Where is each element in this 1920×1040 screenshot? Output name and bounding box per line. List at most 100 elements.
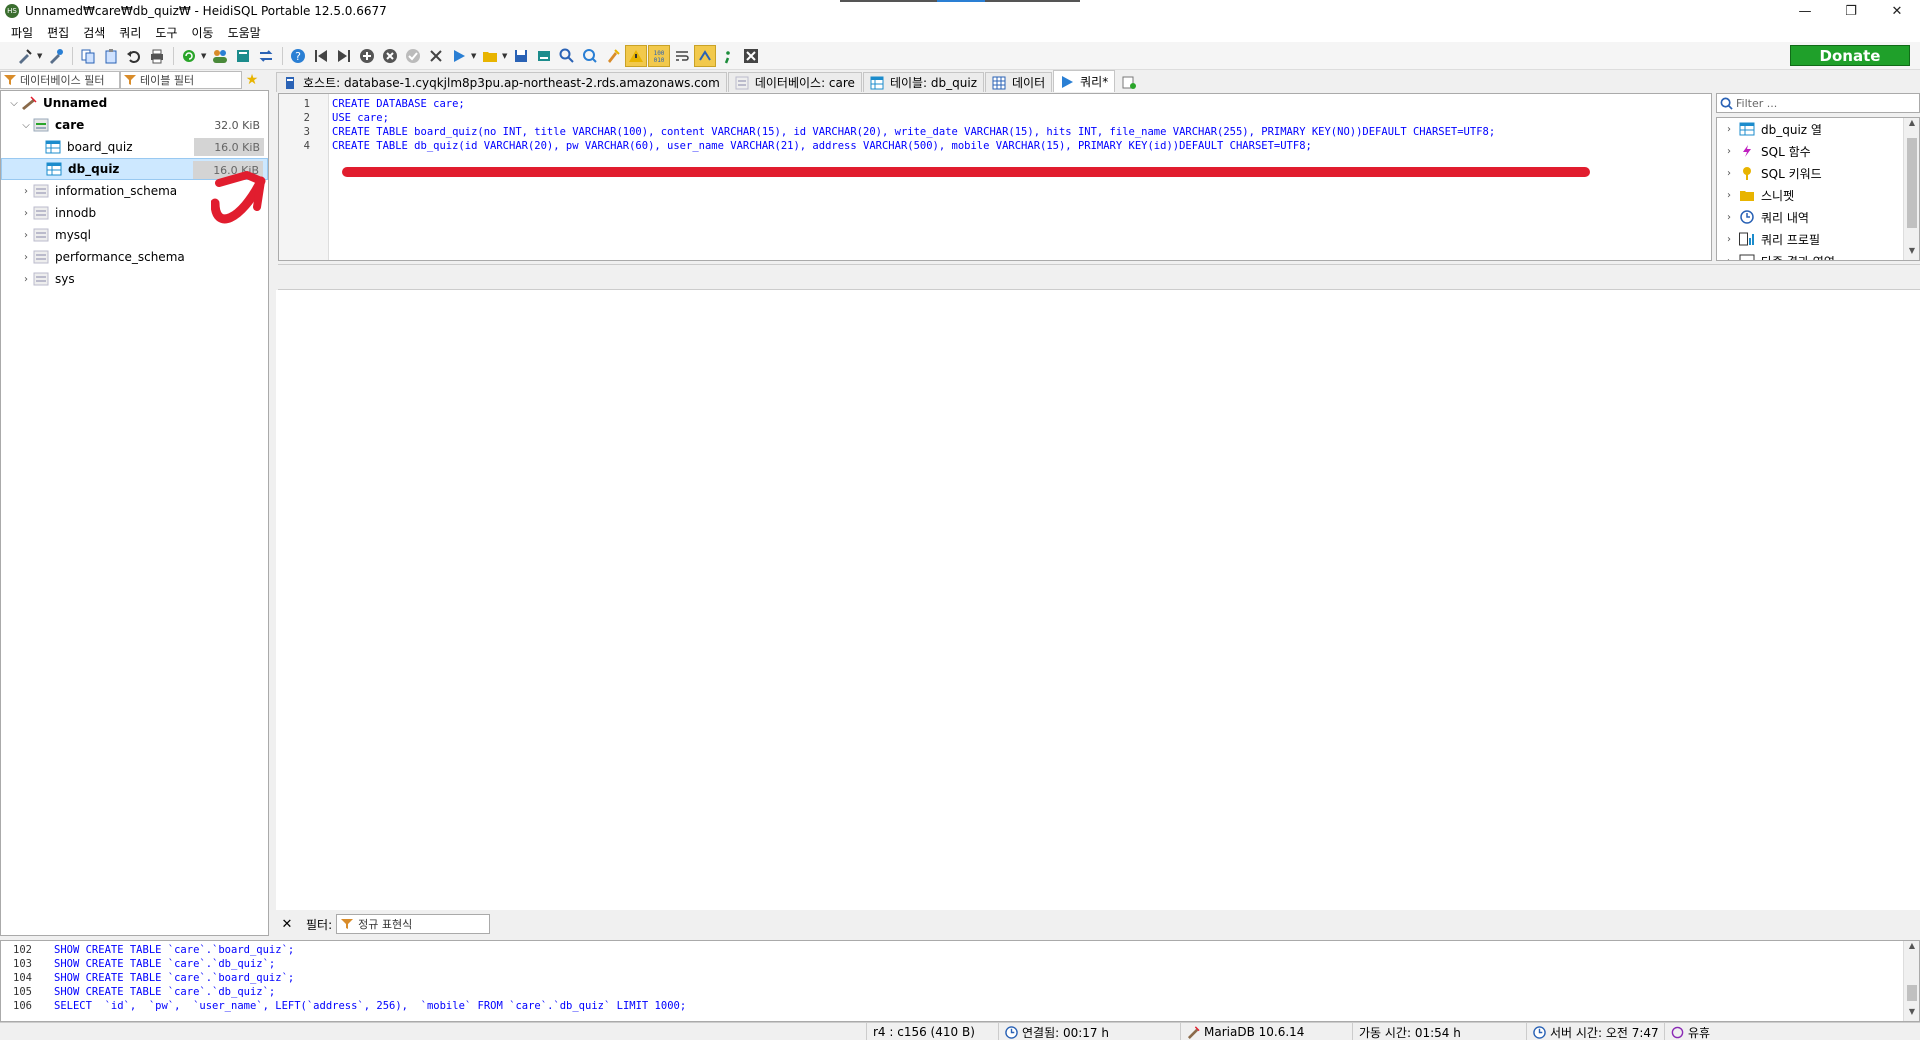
warnings-icon[interactable] — [625, 44, 647, 67]
log-line-number: 102 — [13, 944, 32, 956]
tree-node-board-quiz[interactable]: board_quiz 16.0 KiB — [1, 136, 268, 158]
semicolon-icon[interactable] — [717, 45, 739, 67]
chevron-down-icon[interactable]: ⌵ — [7, 98, 21, 109]
undo-icon[interactable] — [123, 45, 145, 67]
import-icon[interactable] — [232, 45, 254, 67]
copy-icon[interactable] — [77, 45, 99, 67]
help-icon[interactable]: ? — [287, 45, 309, 67]
log-scrollbar[interactable]: ▲ ▼ — [1903, 941, 1919, 1021]
tab-table[interactable]: 테이블: db_quiz — [862, 72, 985, 92]
sql-editor[interactable]: 1 2 3 4 CREATE DATABASE care; USE care; … — [278, 93, 1712, 261]
tab-query[interactable]: 쿼리* — [1053, 70, 1116, 92]
chevron-down-icon[interactable]: ⌵ — [19, 120, 33, 131]
helper-item-snippets[interactable]: › 스니펫 — [1717, 184, 1919, 206]
server-icon — [22, 96, 37, 110]
add-record-icon[interactable] — [356, 45, 378, 67]
chevron-right-icon[interactable]: › — [1727, 146, 1739, 157]
chevron-right-icon[interactable]: › — [19, 186, 33, 197]
tab-data[interactable]: 데이터 — [985, 72, 1053, 92]
helper-item-functions[interactable]: › SQL 함수 — [1717, 140, 1919, 162]
chevron-right-icon[interactable]: › — [1727, 168, 1739, 179]
tab-database[interactable]: 데이터베이스: care — [727, 72, 862, 92]
chevron-right-icon[interactable]: › — [1727, 256, 1739, 261]
helper-item-profile[interactable]: › 쿼리 프로필 — [1717, 228, 1919, 250]
first-record-icon[interactable] — [310, 45, 332, 67]
menu-go[interactable]: 이동 — [184, 24, 220, 41]
code-line: CREATE TABLE board_quiz(no INT, title VA… — [332, 126, 1496, 138]
find-icon[interactable] — [556, 45, 578, 67]
regex-filter-input[interactable]: 정규 표현식 — [336, 914, 491, 934]
delete-record-icon[interactable] — [379, 45, 401, 67]
sql-log[interactable]: 102 103 104 105 106 SHOW CREATE TABLE `c… — [0, 940, 1920, 1022]
donate-button[interactable]: Donate — [1790, 45, 1910, 66]
chevron-right-icon[interactable]: › — [19, 252, 33, 263]
chevron-right-icon[interactable]: › — [19, 230, 33, 241]
scrollbar-thumb[interactable] — [1907, 138, 1917, 228]
scroll-down-icon[interactable]: ▼ — [1904, 246, 1919, 260]
helper-item-keywords[interactable]: › SQL 키워드 — [1717, 162, 1919, 184]
save-snippet-icon[interactable] — [533, 45, 555, 67]
user-manager-icon[interactable] — [209, 45, 231, 67]
chevron-right-icon[interactable]: › — [19, 274, 33, 285]
autocomplete-icon[interactable] — [694, 44, 716, 67]
helper-item-results[interactable]: › 다중 결과 영역 — [1717, 250, 1919, 261]
restore-button[interactable]: ❐ — [1828, 0, 1874, 22]
menu-search[interactable]: 검색 — [76, 24, 112, 41]
scroll-up-icon[interactable]: ▲ — [1904, 941, 1920, 955]
close-button[interactable]: ✕ — [1874, 0, 1920, 22]
menu-file[interactable]: 파일 — [4, 24, 40, 41]
save-icon[interactable] — [510, 45, 532, 67]
chevron-right-icon[interactable]: › — [19, 208, 33, 219]
database-icon — [33, 184, 49, 198]
print-icon[interactable] — [146, 45, 168, 67]
tree-node-server[interactable]: ⌵ Unnamed — [1, 92, 268, 114]
chevron-right-icon[interactable]: › — [1727, 212, 1739, 223]
helper-filter-input[interactable]: Filter ... — [1716, 93, 1920, 113]
chevron-right-icon[interactable]: › — [1727, 190, 1739, 201]
chevron-down-icon[interactable]: ▼ — [201, 52, 209, 60]
post-icon[interactable] — [402, 45, 424, 67]
replace-icon[interactable] — [579, 45, 601, 67]
close-tab-icon[interactable] — [740, 45, 762, 67]
reformat-sql-icon[interactable] — [602, 45, 624, 67]
scrollbar-thumb[interactable] — [1907, 985, 1917, 1001]
tab-host[interactable]: 호스트: database-1.cyqkjlm8p3pu.ap-northeas… — [276, 72, 727, 92]
chevron-right-icon[interactable]: › — [1727, 234, 1739, 245]
transfer-icon[interactable] — [255, 45, 277, 67]
menu-edit[interactable]: 편집 — [40, 24, 76, 41]
chevron-right-icon[interactable]: › — [1727, 124, 1739, 135]
favorites-star-icon[interactable]: ★ — [242, 72, 262, 88]
table-filter-input[interactable]: 테이블 필터 — [120, 71, 242, 89]
menu-tools[interactable]: 도구 — [148, 24, 184, 41]
helper-list[interactable]: › db_quiz 열 › SQL 함수 › SQL 키워드 › 스니펫 › 쿼… — [1716, 117, 1920, 261]
clock-icon — [1533, 1025, 1546, 1039]
new-query-tab-button[interactable] — [1116, 72, 1148, 92]
chevron-down-icon[interactable]: ▼ — [471, 52, 479, 60]
refresh-icon[interactable] — [178, 45, 200, 67]
minimize-button[interactable]: — — [1782, 0, 1828, 22]
session-manager-icon[interactable] — [14, 45, 36, 67]
chevron-down-icon[interactable]: ▼ — [37, 52, 45, 60]
paste-icon[interactable] — [100, 45, 122, 67]
results-area[interactable] — [276, 290, 1920, 910]
close-filter-icon[interactable]: ✕ — [276, 917, 298, 932]
helper-scrollbar[interactable]: ▲ ▼ — [1903, 118, 1919, 260]
binary-icon[interactable]: 100 010 — [648, 44, 670, 67]
run-query-icon[interactable] — [448, 45, 470, 67]
menu-help[interactable]: 도움말 — [221, 24, 268, 41]
helper-item-history[interactable]: › 쿼리 내역 — [1717, 206, 1919, 228]
helper-item-columns[interactable]: › db_quiz 열 — [1717, 118, 1919, 140]
disconnect-icon[interactable] — [45, 45, 67, 67]
cancel-icon[interactable] — [425, 45, 447, 67]
database-tree[interactable]: ⌵ Unnamed ⌵ care 32.0 KiB board_quiz 16.… — [0, 90, 269, 936]
open-file-icon[interactable] — [479, 45, 501, 67]
scroll-up-icon[interactable]: ▲ — [1904, 118, 1919, 132]
menu-query[interactable]: 쿼리 — [112, 24, 148, 41]
editor-results-splitter[interactable] — [278, 264, 1920, 290]
scroll-down-icon[interactable]: ▼ — [1904, 1007, 1920, 1021]
database-filter-input[interactable]: 데이터베이스 필터 — [0, 71, 120, 89]
last-record-icon[interactable] — [333, 45, 355, 67]
tree-node-care[interactable]: ⌵ care 32.0 KiB — [1, 114, 268, 136]
wrap-lines-icon[interactable] — [671, 45, 693, 67]
chevron-down-icon[interactable]: ▼ — [502, 52, 510, 60]
